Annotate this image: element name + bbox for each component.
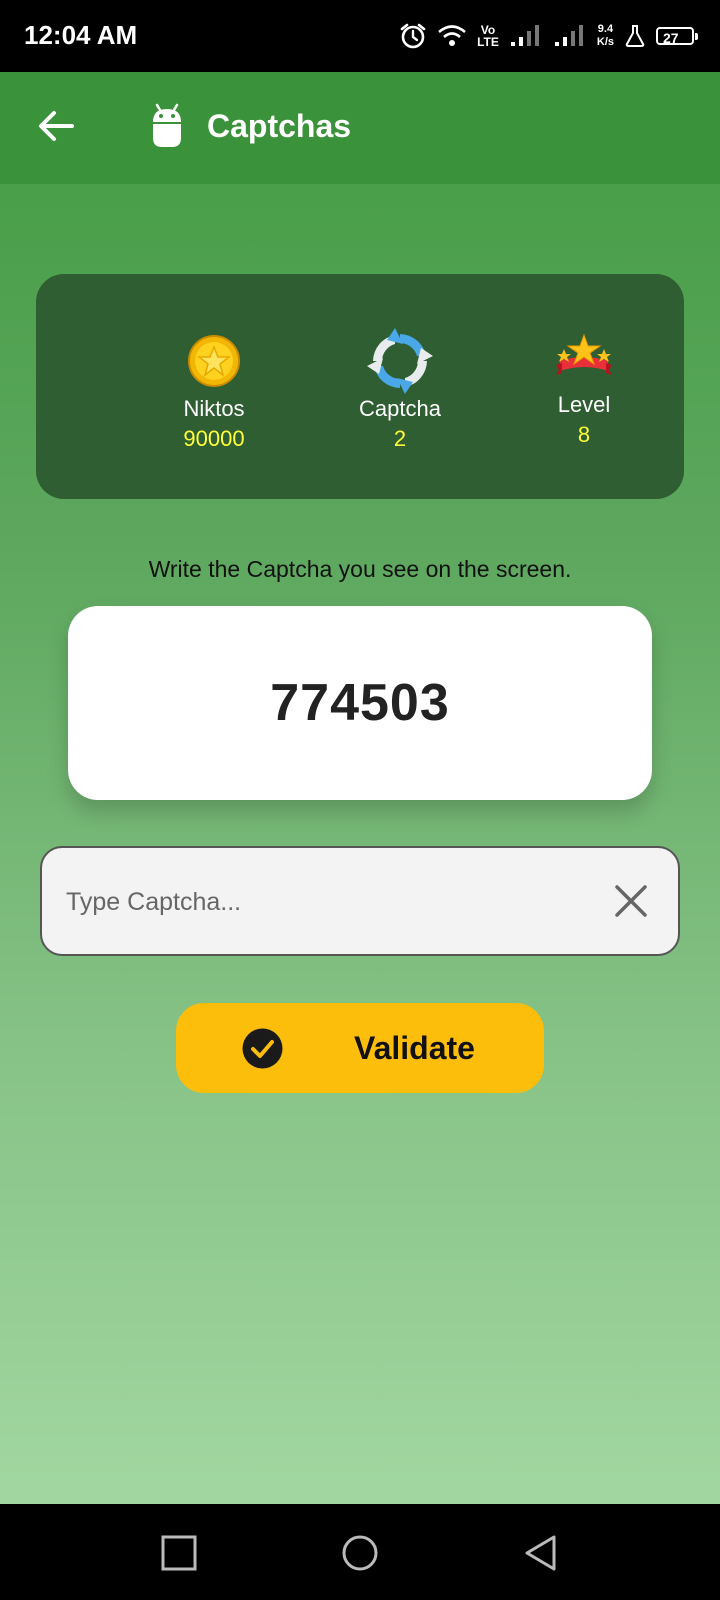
app-bar: Captchas xyxy=(0,72,720,184)
validate-button[interactable]: Validate xyxy=(176,1003,544,1093)
stat-captcha-value: 2 xyxy=(393,426,407,451)
network-speed: 9.4 K/s xyxy=(597,23,614,49)
stat-niktos-label: Niktos xyxy=(183,396,245,421)
signal-bars-icon xyxy=(510,25,539,46)
gold-coin-star-icon xyxy=(188,335,240,387)
status-bar: 12:04 AM Vo LTE 9.4 K/s 27 xyxy=(0,0,720,72)
network-speed-value: 9.4 xyxy=(597,23,614,35)
stats-card: Niktos 90000 Captcha 2 Level 8 xyxy=(36,274,684,499)
volte-bottom-label: LTE xyxy=(477,35,499,49)
stat-captcha-label: Captcha xyxy=(359,396,441,421)
signal-bars-2-icon xyxy=(554,25,583,46)
arrow-left-icon[interactable] xyxy=(34,104,78,148)
alarm-icon xyxy=(400,23,426,49)
page-title: Captchas xyxy=(207,108,352,144)
status-time: 12:04 AM xyxy=(24,20,138,50)
check-circle-icon xyxy=(242,1028,283,1069)
stat-niktos-value: 90000 xyxy=(183,426,245,451)
network-speed-unit: K/s xyxy=(596,36,614,48)
stat-level-label: Level xyxy=(557,392,611,417)
flask-icon xyxy=(625,25,645,47)
captcha-card: 774503 xyxy=(68,606,652,800)
stars-ribbon-icon xyxy=(556,333,612,375)
captcha-code: 774503 xyxy=(270,674,450,732)
stat-level: Level 8 xyxy=(504,322,664,448)
back-nav-icon[interactable] xyxy=(522,1534,560,1572)
battery-indicator: 27 xyxy=(656,27,698,46)
stat-level-value: 8 xyxy=(577,422,591,447)
close-icon[interactable] xyxy=(614,884,648,918)
stat-niktos: Niktos 90000 xyxy=(134,326,294,452)
status-icons: Vo LTE 9.4 K/s 27 xyxy=(399,16,698,56)
captcha-input-container xyxy=(40,846,680,956)
instruction-text: Write the Captcha you see on the screen. xyxy=(148,556,572,582)
refresh-arrows-icon xyxy=(367,328,433,394)
captcha-input[interactable] xyxy=(64,848,588,956)
home-icon[interactable] xyxy=(341,1534,379,1572)
volte-indicator: Vo LTE xyxy=(477,24,499,48)
stat-captcha: Captcha 2 xyxy=(320,326,480,452)
system-nav-bar xyxy=(0,1504,720,1600)
validate-button-label: Validate xyxy=(354,1030,475,1066)
wifi-icon xyxy=(438,25,466,46)
recent-apps-icon[interactable] xyxy=(160,1534,198,1572)
android-icon xyxy=(153,103,181,147)
